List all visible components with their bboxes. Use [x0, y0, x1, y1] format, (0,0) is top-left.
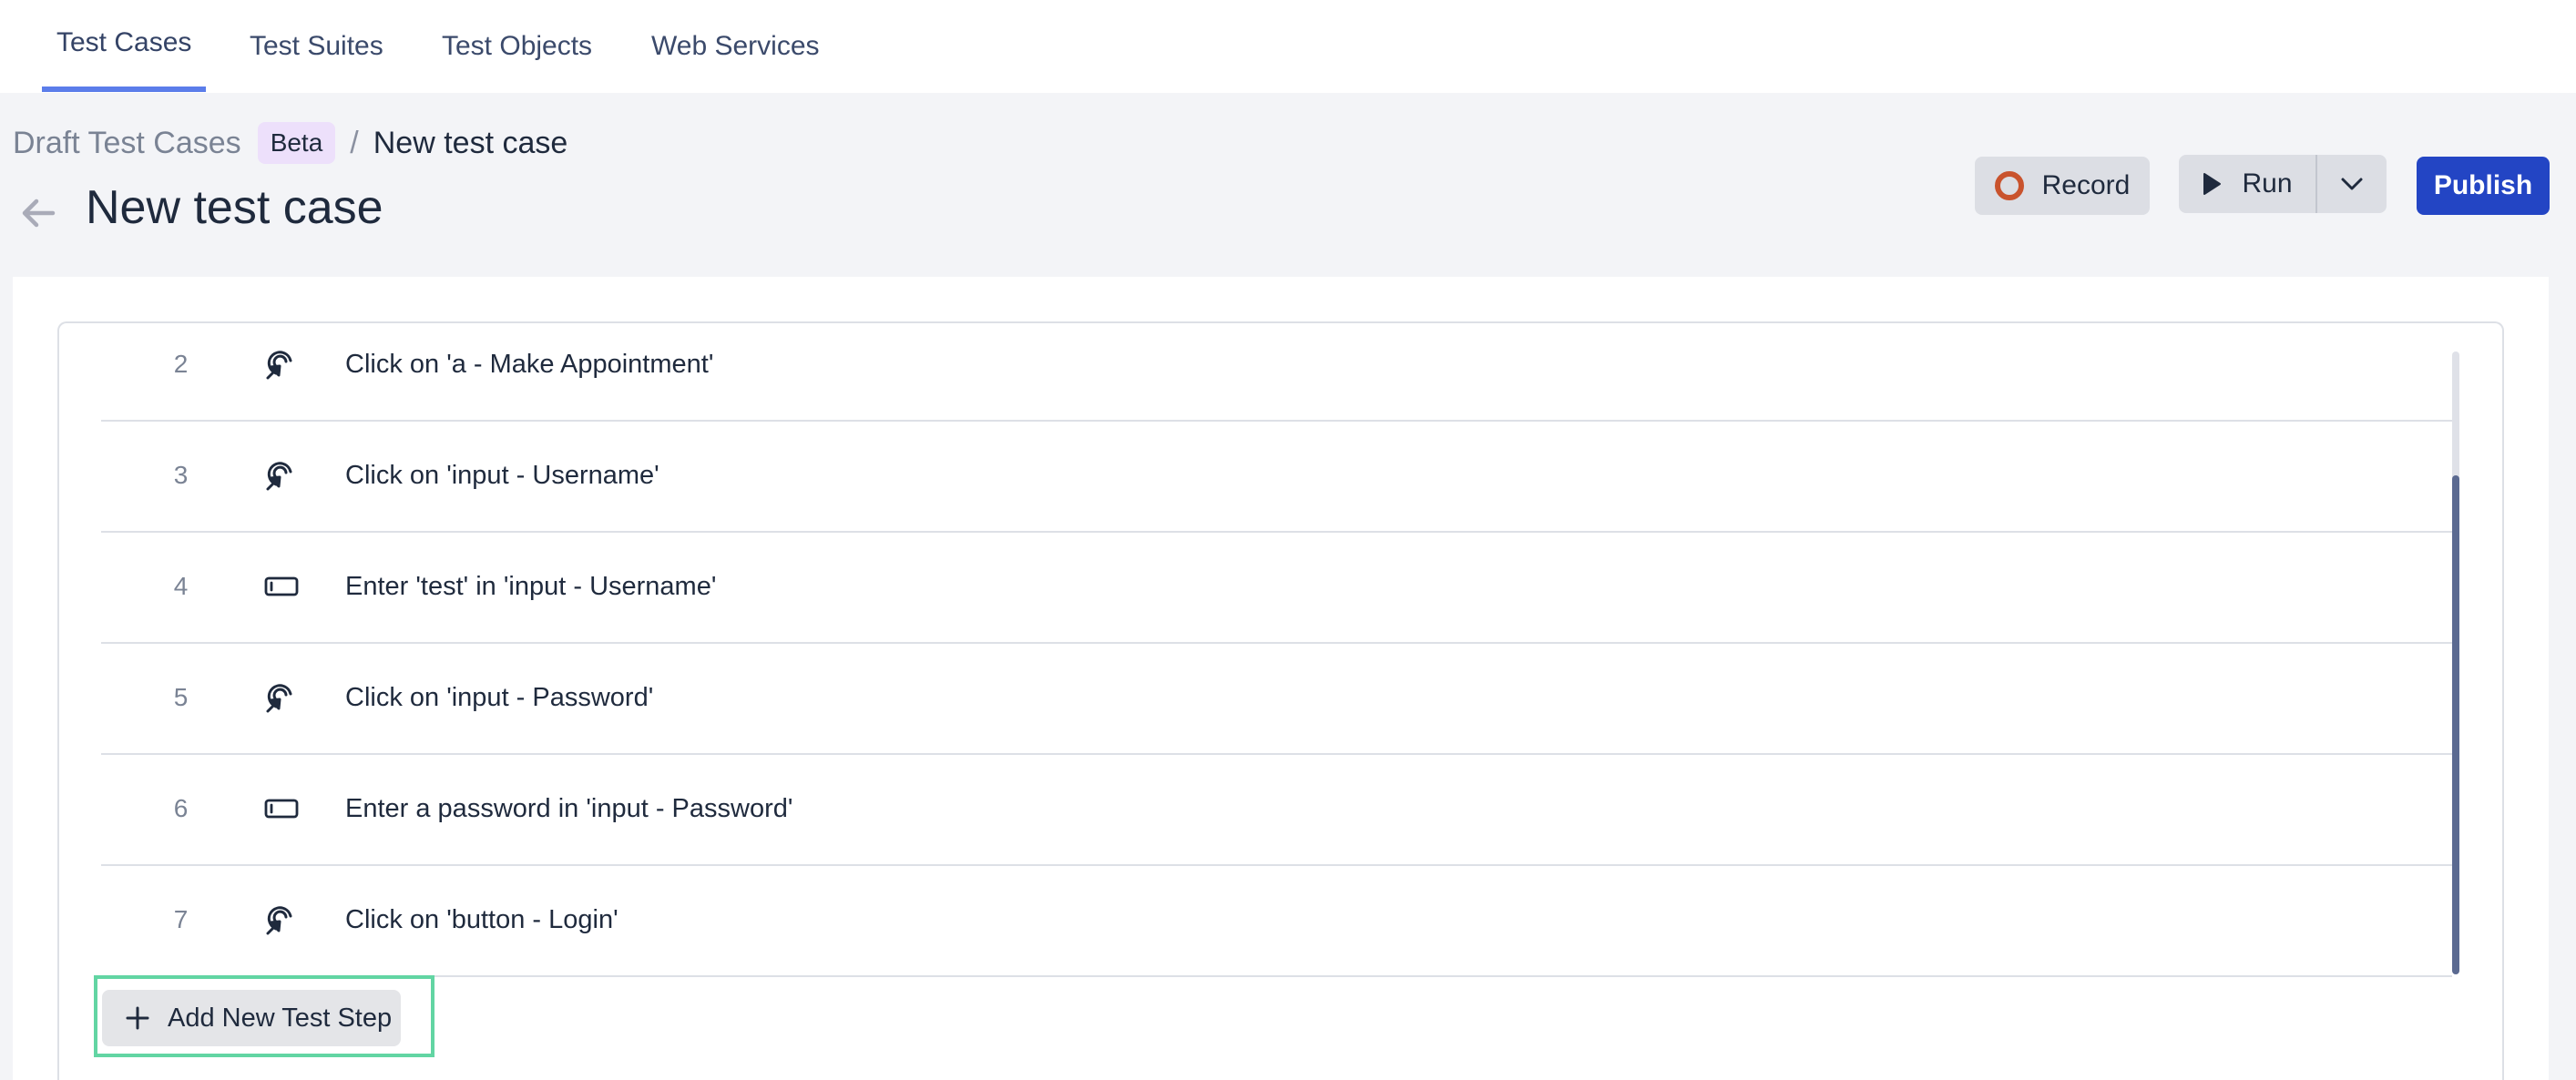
test-step-row[interactable]: 4 Enter 'test' in 'input - Username' — [101, 531, 2452, 644]
top-navigation: Test Cases Test Suites Test Objects Web … — [0, 0, 2576, 93]
breadcrumb-separator: / — [350, 125, 359, 160]
step-description: Click on 'input - Username' — [345, 460, 659, 490]
step-number: 4 — [173, 572, 189, 600]
step-description: Click on 'a - Make Appointment' — [345, 349, 714, 379]
step-number: 5 — [173, 683, 189, 711]
record-button-label: Record — [2041, 170, 2131, 200]
test-step-row[interactable]: 3 Click on 'input - Username' — [101, 420, 2452, 533]
add-new-test-step-button[interactable]: Add New Test Step — [102, 990, 401, 1046]
page-title: New test case — [86, 181, 383, 234]
beta-badge: Beta — [257, 122, 336, 164]
step-description: Enter a password in 'input - Password' — [345, 793, 793, 823]
tab-test-suites[interactable]: Test Suites — [250, 0, 383, 93]
active-tab-indicator — [42, 87, 206, 92]
input-field-icon — [263, 568, 300, 605]
add-new-test-step-label: Add New Test Step — [168, 1003, 393, 1033]
breadcrumb-draft-test-cases[interactable]: Draft Test Cases — [13, 126, 241, 161]
click-icon — [263, 346, 300, 382]
test-step-row[interactable]: 6 Enter a password in 'input - Password' — [101, 753, 2452, 866]
test-step-row[interactable]: 5 Click on 'input - Password' — [101, 642, 2452, 755]
step-description: Click on 'input - Password' — [345, 682, 654, 712]
run-options-dropdown[interactable] — [2317, 155, 2387, 213]
chevron-down-icon — [2340, 177, 2364, 191]
tab-web-services[interactable]: Web Services — [651, 0, 820, 93]
step-number: 6 — [173, 794, 189, 822]
record-button[interactable]: Record — [1975, 157, 2150, 215]
step-number: 2 — [173, 350, 189, 378]
test-step-row[interactable]: 7 Click on 'button - Login' — [101, 864, 2452, 977]
step-number: 7 — [173, 905, 189, 933]
arrow-left-icon[interactable] — [18, 193, 58, 233]
record-icon — [1994, 171, 2024, 200]
step-description: Enter 'test' in 'input - Username' — [345, 571, 717, 601]
click-icon — [263, 457, 300, 494]
breadcrumb-current: New test case — [373, 125, 568, 160]
step-description: Click on 'button - Login' — [345, 904, 618, 934]
plus-icon — [126, 1006, 149, 1030]
tab-test-objects[interactable]: Test Objects — [442, 0, 592, 93]
play-icon — [2202, 172, 2222, 196]
click-icon — [263, 902, 300, 938]
input-field-icon — [263, 790, 300, 827]
breadcrumb: Draft Test Cases Beta / New test case — [13, 120, 567, 166]
scrollbar-thumb[interactable] — [2452, 475, 2459, 974]
click-icon — [263, 679, 300, 716]
test-step-row[interactable]: 2 Click on 'a - Make Appointment' — [101, 309, 2452, 422]
run-button-label: Run — [2242, 168, 2293, 199]
step-number: 3 — [173, 461, 189, 489]
run-button[interactable]: Run — [2179, 155, 2317, 213]
run-button-group: Run — [2179, 155, 2387, 213]
tab-test-cases[interactable]: Test Cases — [56, 0, 191, 89]
publish-button[interactable]: Publish — [2417, 157, 2550, 215]
